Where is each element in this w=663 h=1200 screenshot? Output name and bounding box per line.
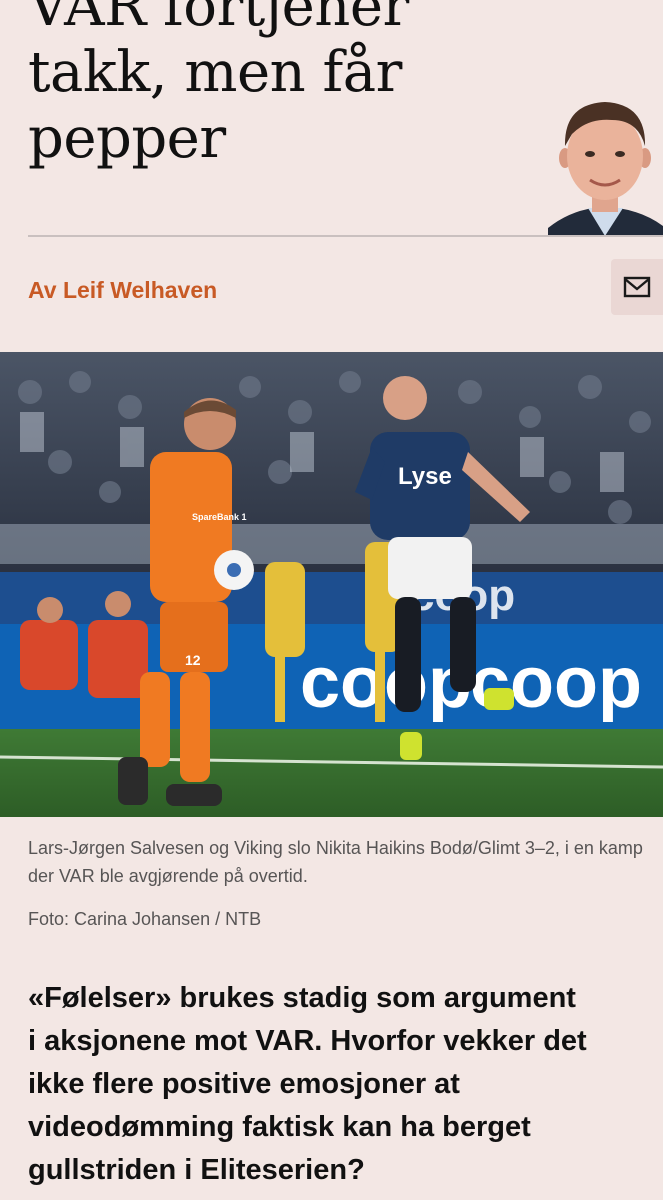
photo-caption: Lars-Jørgen Salvesen og Viking slo Nikit… <box>28 838 643 886</box>
hero-shirt-number: 12 <box>185 652 201 668</box>
lead-line: ikke flere positive emosjoner at <box>28 1068 460 1100</box>
envelope-icon <box>623 276 651 298</box>
hero-photo[interactable]: coop coop coop 12 SpareBank 1 <box>0 352 663 817</box>
hero-sponsor-text: SpareBank 1 <box>192 512 247 522</box>
author-byline[interactable]: Av Leif Welhaven <box>28 277 217 304</box>
lead-line: videodømming faktisk kan ha berget <box>28 1111 531 1143</box>
author-portrait-icon <box>548 96 663 236</box>
email-author-button[interactable] <box>611 259 663 315</box>
headline-line: takk, men får <box>28 40 402 105</box>
football-match-photo: coop coop coop 12 SpareBank 1 <box>0 352 663 817</box>
article-headline: VAR fortjener takk, men får pepper <box>28 0 548 172</box>
headline-line: pepper <box>28 106 226 171</box>
photo-credit: Foto: Carina Johansen / NTB <box>28 909 262 929</box>
lead-line: i aksjonene mot VAR. Hvorfor vekker det <box>28 1025 587 1057</box>
hero-sponsor-text: Lyse <box>398 463 452 490</box>
hero-sponsor-text: coop <box>470 643 642 723</box>
headline-line: VAR fortjener <box>28 0 409 39</box>
headline-divider <box>28 235 663 237</box>
author-photo <box>548 96 663 236</box>
lead-line: «Følelser» brukes stadig som argument <box>28 982 576 1014</box>
article-lead: «Følelser» brukes stadig som argument i … <box>28 977 663 1192</box>
article-headline-block: VAR fortjener takk, men får pepper <box>28 0 548 172</box>
hero-sponsor-text: coop <box>300 643 472 723</box>
lead-line: gullstriden i Eliteserien? <box>28 1154 365 1186</box>
